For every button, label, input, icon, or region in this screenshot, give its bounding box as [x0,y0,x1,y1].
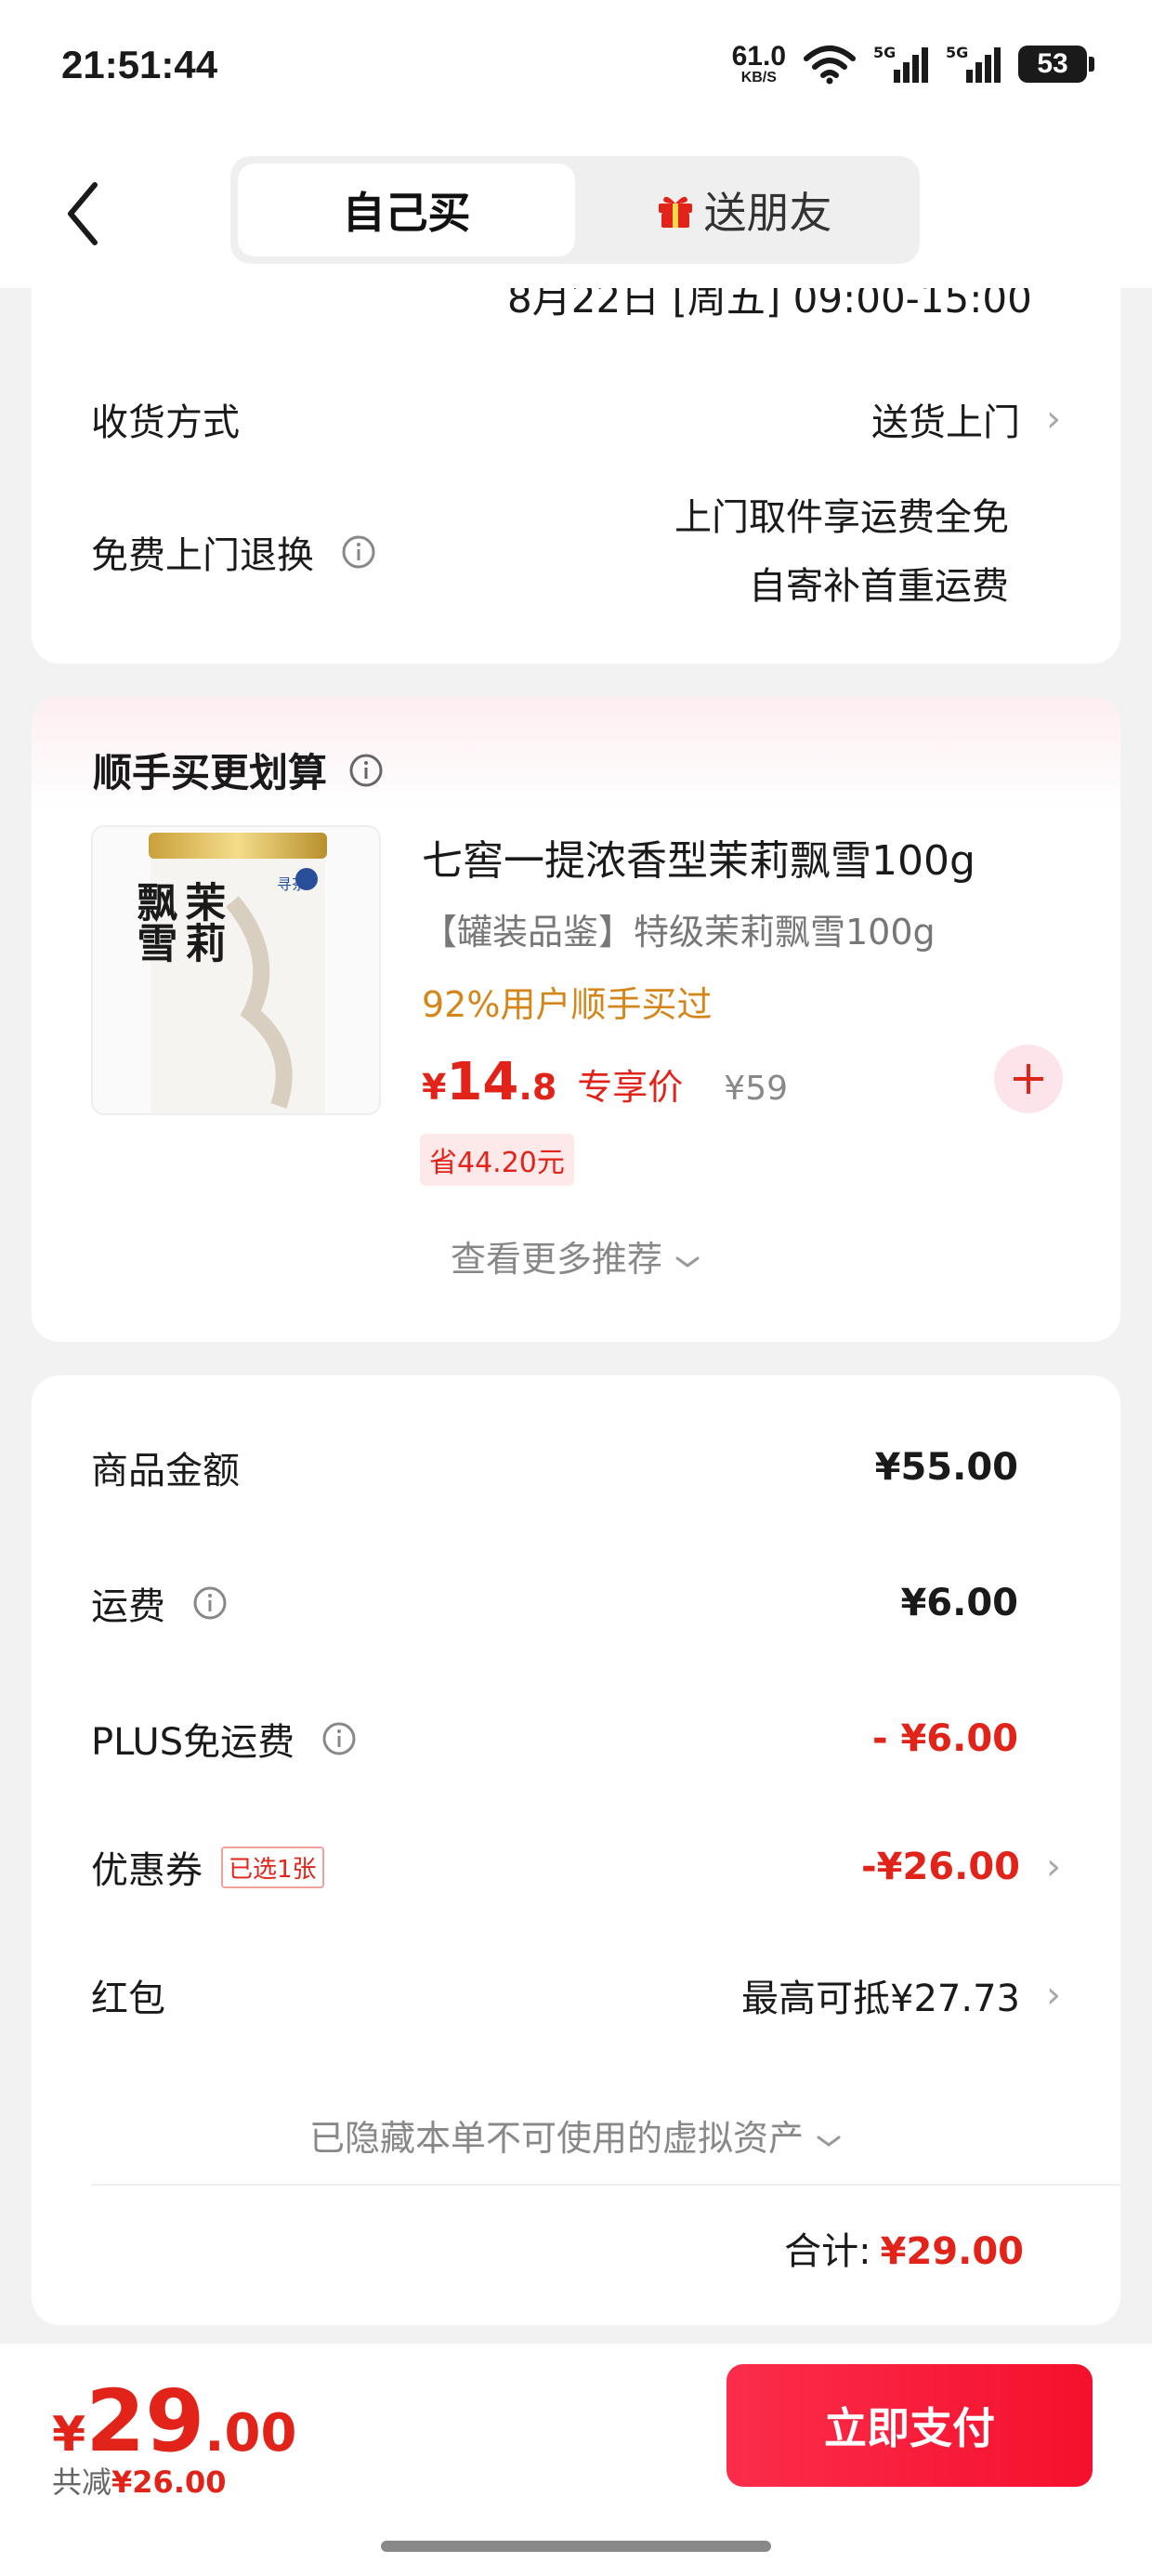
net-speed-unit: KB/S [740,70,777,85]
status-time: 21:51:44 [61,43,218,86]
net-speed-value: 61.0 [731,41,786,72]
checkout-price: ¥ 29 .00 [52,2372,296,2471]
checkout-price-symbol: ¥ [52,2407,86,2463]
info-icon[interactable] [321,1720,358,1757]
free-return-label: 免费上门退换 [91,534,314,577]
goods-amount-row: 商品金额 ¥55.00 [91,1440,1061,1494]
product-price: ¥ 14 .8 专享价 ¥59 [422,1052,788,1112]
tab-self[interactable]: 自己买 [238,164,575,256]
status-icons: 61.0 KB/S 5G 5G 53 [732,43,1094,85]
chevron-left-icon [68,182,98,245]
net-speed: 61.0 KB/S [732,43,786,85]
checkout-bar: ¥ 29 .00 共减¥26.00 立即支付 [0,2344,1152,2576]
chevron-right-icon: › [1046,1974,1061,2017]
hidden-assets-toggle[interactable]: 已隐藏本单不可使用的虚拟资产 [32,2109,1120,2161]
more-recommendations-button[interactable]: 查看更多推荐 [32,1230,1120,1281]
goods-amount-value: ¥55.00 [874,1446,1018,1489]
more-recommendations-label: 查看更多推荐 [450,1239,662,1280]
product-can-text-1: 茉莉 [177,881,226,963]
chevron-down-icon [817,2136,841,2147]
wifi-icon [804,46,856,85]
chevron-right-icon: › [1046,1846,1061,1888]
back-button[interactable] [56,177,111,251]
info-icon[interactable] [191,1584,229,1622]
product-can-brand: 寻茶 [277,875,308,893]
plus-shipping-row: PLUS免运费 - ¥6.00 [91,1712,1061,1766]
product-subtitle: 【罐装品鉴】特级茉莉飘雪100g [422,912,936,953]
info-icon[interactable] [347,752,385,789]
shipping-value: ¥6.00 [900,1582,1018,1624]
total-value: ¥29.00 [880,2230,1024,2273]
price-tag: 专享价 [577,1067,684,1108]
total-saved-value: ¥26.00 [111,2464,227,2500]
price-decimal: .8 [518,1067,557,1108]
recommend-title: 顺手买更划算 [93,742,385,798]
product-popularity-tag: 92%用户顺手买过 [422,984,713,1025]
home-indicator[interactable] [381,2541,771,2552]
total-row: 合计: ¥29.00 [784,2221,1024,2275]
free-return-line2: 自寄补首重运费 [749,565,1009,608]
coupon-value: -¥26.00 [861,1846,1020,1888]
gift-icon [658,196,692,228]
order-summary-card: 商品金额 ¥55.00 运费 ¥6.00 PLUS免运费 - ¥6.00 优惠券 [32,1375,1120,2325]
delivery-method-label: 收货方式 [91,401,240,444]
goods-amount-label: 商品金额 [91,1450,240,1492]
free-return-row: 免费上门退换 上门取件享运费全免 自寄补首重运费 [91,483,1061,621]
product-name[interactable]: 七窖一提浓香型茉莉飘雪100g [422,827,975,887]
coupon-selected-badge: 已选1张 [221,1846,324,1888]
product-image[interactable]: 茉莉 飘雪 寻茶 [91,825,381,1115]
plus-shipping-label: PLUS免运费 [91,1721,295,1764]
hidden-assets-label: 已隐藏本单不可使用的虚拟资产 [308,2118,804,2159]
coupon-row[interactable]: 优惠券 已选1张 -¥26.00 › [91,1840,1061,1894]
purchase-mode-segment: 自己买 送朋友 [230,156,920,264]
checkout-price-integer: 29 [85,2372,205,2471]
free-return-line1: 上门取件享运费全免 [674,496,1009,539]
pay-now-button[interactable]: 立即支付 [727,2364,1093,2487]
signal-icon-2: 5G [946,44,1001,85]
checkout-price-decimal: .00 [204,2403,297,2464]
total-saved: 共减¥26.00 [52,2459,227,2502]
plus-icon [1014,1064,1043,1094]
total-label: 合计: [784,2230,871,2273]
chevron-down-icon [675,1256,700,1268]
recommend-title-text: 顺手买更划算 [93,750,328,795]
save-badge: 省44.20元 [420,1134,574,1186]
plus-shipping-value: - ¥6.00 [871,1717,1018,1760]
price-integer: 14 [446,1052,519,1112]
price-symbol: ¥ [422,1067,447,1108]
status-bar: 21:51:44 61.0 KB/S 5G 5G 53 [0,0,1152,139]
redpack-label: 红包 [91,1978,165,2020]
battery-icon: 53 [1018,46,1094,83]
original-price: ¥59 [724,1070,789,1108]
delivery-method-row[interactable]: 收货方式 送货上门 › [91,392,1061,446]
delivery-method-value: 送货上门 [871,401,1020,444]
product-can-text-2: 飘雪 [129,881,177,963]
total-saved-label: 共减 [52,2464,112,2500]
recommend-card: 顺手买更划算 茉莉 飘雪 寻茶 七窖一提浓香型茉莉飘雪100g 【罐装品鉴】特级… [32,697,1120,1342]
signal-icon-1: 5G [873,44,929,85]
redpack-row[interactable]: 红包 最高可抵¥27.73 › [91,1968,1061,2022]
coupon-label: 优惠券 [91,1849,203,1892]
add-to-order-button[interactable] [994,1045,1063,1113]
tab-gift[interactable]: 送朋友 [575,164,912,256]
shipping-row: 运费 ¥6.00 [91,1576,1061,1630]
chevron-right-icon: › [1046,398,1061,440]
shipping-label: 运费 [91,1585,165,1628]
divider [91,2184,1120,2186]
header: 自己买 送朋友 [0,139,1152,288]
info-icon[interactable] [340,533,377,571]
tab-gift-label: 送朋友 [703,188,832,238]
redpack-value: 最高可抵¥27.73 [741,1978,1020,2020]
